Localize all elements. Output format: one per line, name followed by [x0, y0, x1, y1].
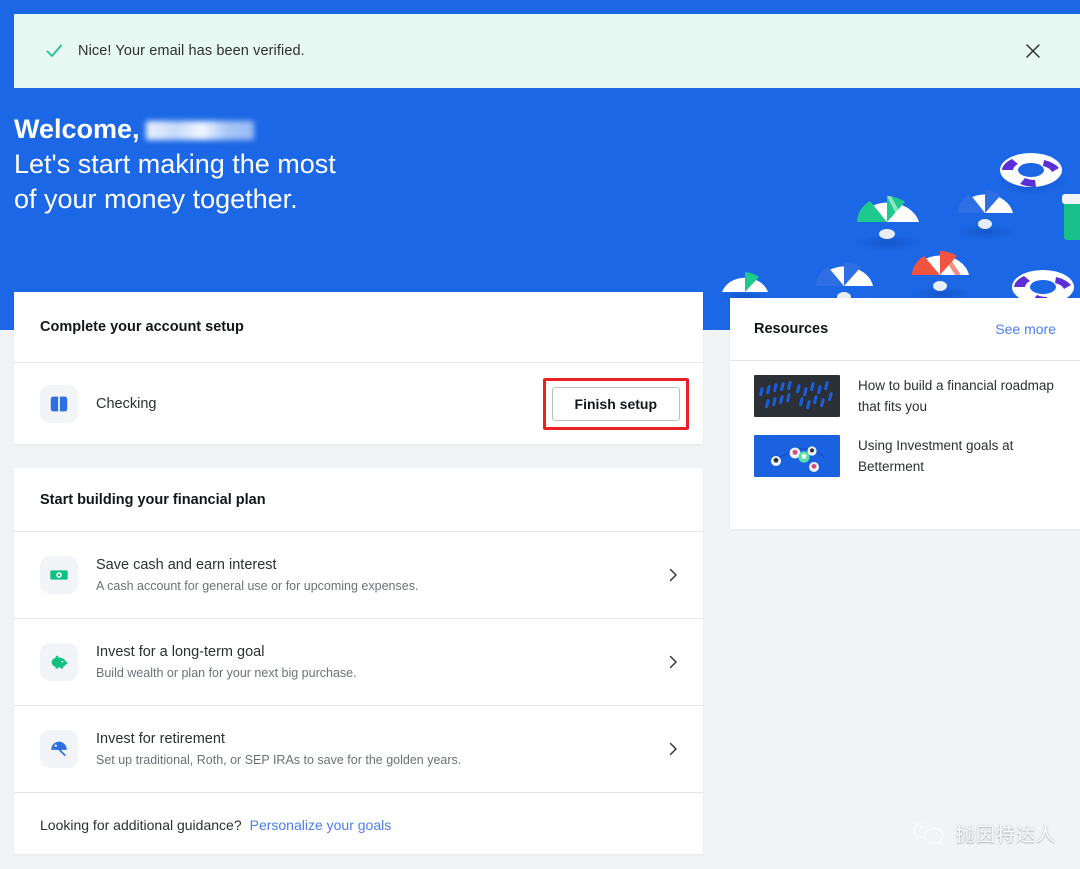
- cash-bill-icon: [40, 556, 78, 594]
- umbrella-green: [854, 195, 922, 252]
- welcome-subline-2: of your money together.: [14, 184, 298, 214]
- finish-setup-button[interactable]: Finish setup: [551, 386, 680, 421]
- resource-item-roadmap[interactable]: How to build a financial roadmap that fi…: [754, 375, 1056, 417]
- plan-item-desc: A cash account for general use or for up…: [96, 579, 419, 593]
- plan-item-texts: Invest for a long-term goal Build wealth…: [96, 642, 665, 682]
- plan-item-long-term-goal[interactable]: Invest for a long-term goal Build wealth…: [14, 619, 703, 705]
- plan-footer: Looking for additional guidance? Persona…: [14, 793, 703, 857]
- welcome-heading: Welcome, Let's start making the most of …: [14, 112, 574, 217]
- plan-item-texts: Invest for retirement Set up traditional…: [96, 729, 665, 769]
- see-more-link[interactable]: See more: [995, 321, 1056, 337]
- setup-row-checking[interactable]: Checking Finish setup: [14, 363, 703, 444]
- welcome-subline-1: Let's start making the most: [14, 149, 336, 179]
- umbrella-icon: [40, 730, 78, 768]
- personalize-goals-link[interactable]: Personalize your goals: [250, 817, 392, 833]
- plan-item-desc: Build wealth or plan for your next big p…: [96, 666, 357, 680]
- close-icon[interactable]: [1018, 36, 1048, 66]
- email-verified-alert: Nice! Your email has been verified.: [14, 14, 1080, 88]
- account-setup-card: Complete your account setup Checking Fin…: [14, 292, 703, 444]
- resource-item-title: How to build a financial roadmap that fi…: [858, 378, 1054, 414]
- resource-item-title: Using Investment goals at Betterment: [858, 438, 1014, 474]
- umbrella-red: [910, 250, 972, 302]
- chevron-right-icon[interactable]: [665, 654, 681, 670]
- finish-setup-highlight: Finish setup: [542, 377, 689, 430]
- piggy-bank-icon: [40, 643, 78, 681]
- soccer-balls-on-blue-thumbnail: [754, 435, 840, 477]
- plan-footer-text: Looking for additional guidance?: [40, 817, 242, 833]
- life-ring-1: [996, 153, 1068, 196]
- cooler-box: [1062, 194, 1080, 240]
- resources-title: Resources: [754, 321, 829, 337]
- welcome-greeting-line: Welcome,: [14, 112, 574, 147]
- plan-item-desc: Set up traditional, Roth, or SEP IRAs to…: [96, 753, 462, 767]
- resources-card: Resources See more How to build a financ…: [730, 298, 1080, 529]
- plan-item-save-cash[interactable]: Save cash and earn interest A cash accou…: [14, 532, 703, 618]
- umbrella-blue-mid: [956, 190, 1016, 240]
- checking-label: Checking: [96, 395, 157, 412]
- resources-list: How to build a financial roadmap that fi…: [730, 361, 1080, 477]
- plan-item-title: Save cash and earn interest: [96, 557, 277, 573]
- chevron-right-icon[interactable]: [665, 567, 681, 583]
- plan-item-title: Invest for a long-term goal: [96, 644, 265, 660]
- plan-item-retirement[interactable]: Invest for retirement Set up traditional…: [14, 706, 703, 792]
- account-setup-title: Complete your account setup: [40, 319, 244, 335]
- welcome-greeting: Welcome,: [14, 114, 140, 144]
- financial-plan-title: Start building your financial plan: [40, 491, 266, 508]
- check-icon: [46, 44, 62, 57]
- resource-item-investment-goals[interactable]: Using Investment goals at Betterment: [754, 435, 1056, 477]
- financial-plan-card: Start building your financial plan Save …: [14, 468, 703, 854]
- plan-item-texts: Save cash and earn interest A cash accou…: [96, 555, 665, 595]
- checking-account-icon: [40, 384, 78, 423]
- dark-blue-pins-thumbnail: [754, 375, 840, 417]
- alert-message: Nice! Your email has been verified.: [78, 43, 305, 59]
- resources-header: Resources See more: [730, 298, 1080, 360]
- plan-item-title: Invest for retirement: [96, 731, 225, 747]
- chevron-right-icon[interactable]: [665, 741, 681, 757]
- redacted-user-name: [145, 121, 254, 140]
